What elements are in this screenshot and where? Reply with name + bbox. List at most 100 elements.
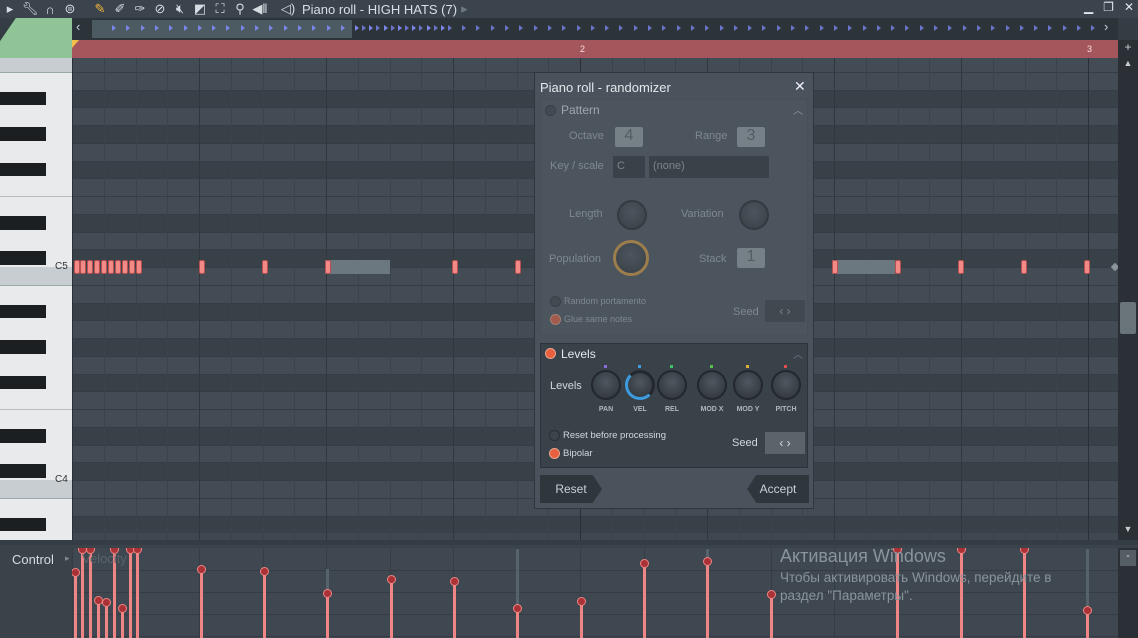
zoom-button[interactable]: +: [1118, 40, 1138, 58]
levels-toggle[interactable]: [545, 348, 556, 359]
step-marker[interactable]: [169, 25, 174, 31]
step-marker[interactable]: [562, 25, 567, 31]
step-marker[interactable]: [297, 25, 302, 31]
piano-keyboard[interactable]: [0, 58, 72, 540]
scroll-right-icon[interactable]: ›: [1104, 19, 1108, 34]
step-marker[interactable]: [1005, 25, 1010, 31]
note[interactable]: [515, 260, 521, 274]
black-key[interactable]: [0, 91, 46, 106]
step-marker[interactable]: [183, 25, 188, 31]
scrollbar-thumb[interactable]: [1120, 302, 1136, 334]
step-marker[interactable]: [719, 25, 724, 31]
glue-same-notes-radio[interactable]: [550, 314, 561, 325]
velocity-stem[interactable]: [129, 549, 132, 638]
c-key[interactable]: [0, 58, 72, 72]
note[interactable]: [1084, 260, 1090, 274]
play-arrow-icon[interactable]: ▸: [0, 1, 20, 17]
step-marker[interactable]: [112, 25, 116, 31]
seed-stepper[interactable]: ‹ ›: [765, 432, 805, 454]
ghost-note[interactable]: [832, 260, 895, 274]
velocity-stem[interactable]: [960, 549, 963, 638]
note[interactable]: [101, 260, 107, 274]
black-key[interactable]: [0, 304, 46, 319]
velocity-stem[interactable]: [97, 600, 100, 638]
note[interactable]: [832, 260, 838, 274]
scroll-down-icon[interactable]: ▼: [1120, 524, 1136, 538]
step-marker[interactable]: [1034, 25, 1039, 31]
black-key[interactable]: [0, 127, 46, 141]
control-scrollbar[interactable]: -: [1118, 548, 1138, 638]
step-marker[interactable]: [269, 25, 274, 31]
collapse-icon[interactable]: ︿: [793, 102, 803, 117]
step-marker[interactable]: [805, 25, 810, 31]
note[interactable]: [262, 260, 268, 274]
step-marker[interactable]: [934, 25, 938, 31]
velocity-stem[interactable]: [136, 549, 139, 638]
velocity-stem[interactable]: [453, 581, 456, 638]
velocity-handle[interactable]: [102, 598, 111, 607]
step-marker[interactable]: [197, 25, 202, 31]
velocity-handle[interactable]: [450, 577, 459, 586]
reset-button[interactable]: Reset: [540, 475, 602, 503]
note[interactable]: [129, 260, 135, 274]
step-marker[interactable]: [226, 25, 231, 31]
step-marker[interactable]: [662, 25, 667, 31]
range-spinner[interactable]: 3: [737, 127, 765, 147]
note[interactable]: [199, 260, 205, 274]
step-marker[interactable]: [476, 25, 481, 31]
pattern-toggle[interactable]: [545, 105, 556, 116]
velocity-handle[interactable]: [577, 597, 586, 606]
wrench-icon[interactable]: 🔧︎: [20, 1, 40, 17]
note[interactable]: [958, 260, 964, 274]
velocity-handle[interactable]: [118, 604, 127, 613]
velocity-stem[interactable]: [706, 561, 709, 638]
step-marker[interactable]: [490, 25, 495, 31]
step-marker[interactable]: [383, 25, 388, 31]
timeline-ruler[interactable]: [72, 40, 1118, 58]
scroll-up-icon[interactable]: ▲: [1120, 58, 1136, 72]
velocity-stem[interactable]: [326, 593, 329, 638]
paint-brush-icon[interactable]: ✐: [110, 1, 130, 17]
random-portamento-radio[interactable]: [550, 296, 561, 307]
delete-brush-icon[interactable]: ✑: [130, 1, 150, 17]
variation-knob[interactable]: [739, 200, 769, 230]
velocity-handle[interactable]: [197, 565, 206, 574]
population-knob[interactable]: [613, 240, 649, 276]
velocity-handle[interactable]: [1020, 548, 1029, 554]
step-marker[interactable]: [733, 25, 738, 31]
step-marker[interactable]: [605, 25, 610, 31]
step-marker[interactable]: [1062, 25, 1067, 31]
accept-button[interactable]: Accept: [747, 475, 809, 503]
step-marker[interactable]: [355, 25, 360, 31]
step-marker[interactable]: [533, 25, 538, 31]
step-marker[interactable]: [340, 25, 345, 31]
step-marker[interactable]: [1091, 25, 1096, 31]
step-marker[interactable]: [412, 25, 417, 31]
step-marker[interactable]: [862, 25, 867, 31]
step-marker[interactable]: [991, 25, 996, 31]
mute-speaker-icon[interactable]: 🔇︎: [170, 1, 190, 17]
step-marker[interactable]: [419, 25, 424, 31]
step-marker[interactable]: [819, 25, 824, 31]
bipolar-radio[interactable]: [549, 448, 560, 459]
velocity-handle[interactable]: [323, 589, 332, 598]
reset-before-processing-radio[interactable]: [549, 430, 560, 441]
step-marker[interactable]: [376, 25, 381, 31]
step-marker[interactable]: [705, 25, 710, 31]
step-marker[interactable]: [962, 25, 967, 31]
ghost-note[interactable]: [325, 260, 390, 274]
black-key[interactable]: [0, 464, 46, 478]
velocity-stem[interactable]: [643, 563, 646, 638]
step-marker[interactable]: [776, 25, 781, 31]
mute-circle-icon[interactable]: ⊘: [150, 1, 170, 17]
note[interactable]: [1021, 260, 1027, 274]
magnet-icon[interactable]: ∩: [40, 2, 60, 17]
step-marker[interactable]: [505, 25, 509, 31]
playback-icon[interactable]: ◀‖: [250, 1, 270, 17]
step-marker[interactable]: [976, 25, 981, 31]
velocity-handle[interactable]: [893, 548, 902, 554]
scale-select[interactable]: (none): [649, 156, 769, 178]
velocity-stem[interactable]: [390, 579, 393, 638]
velocity-stem[interactable]: [263, 571, 266, 638]
step-marker[interactable]: [1077, 25, 1081, 31]
